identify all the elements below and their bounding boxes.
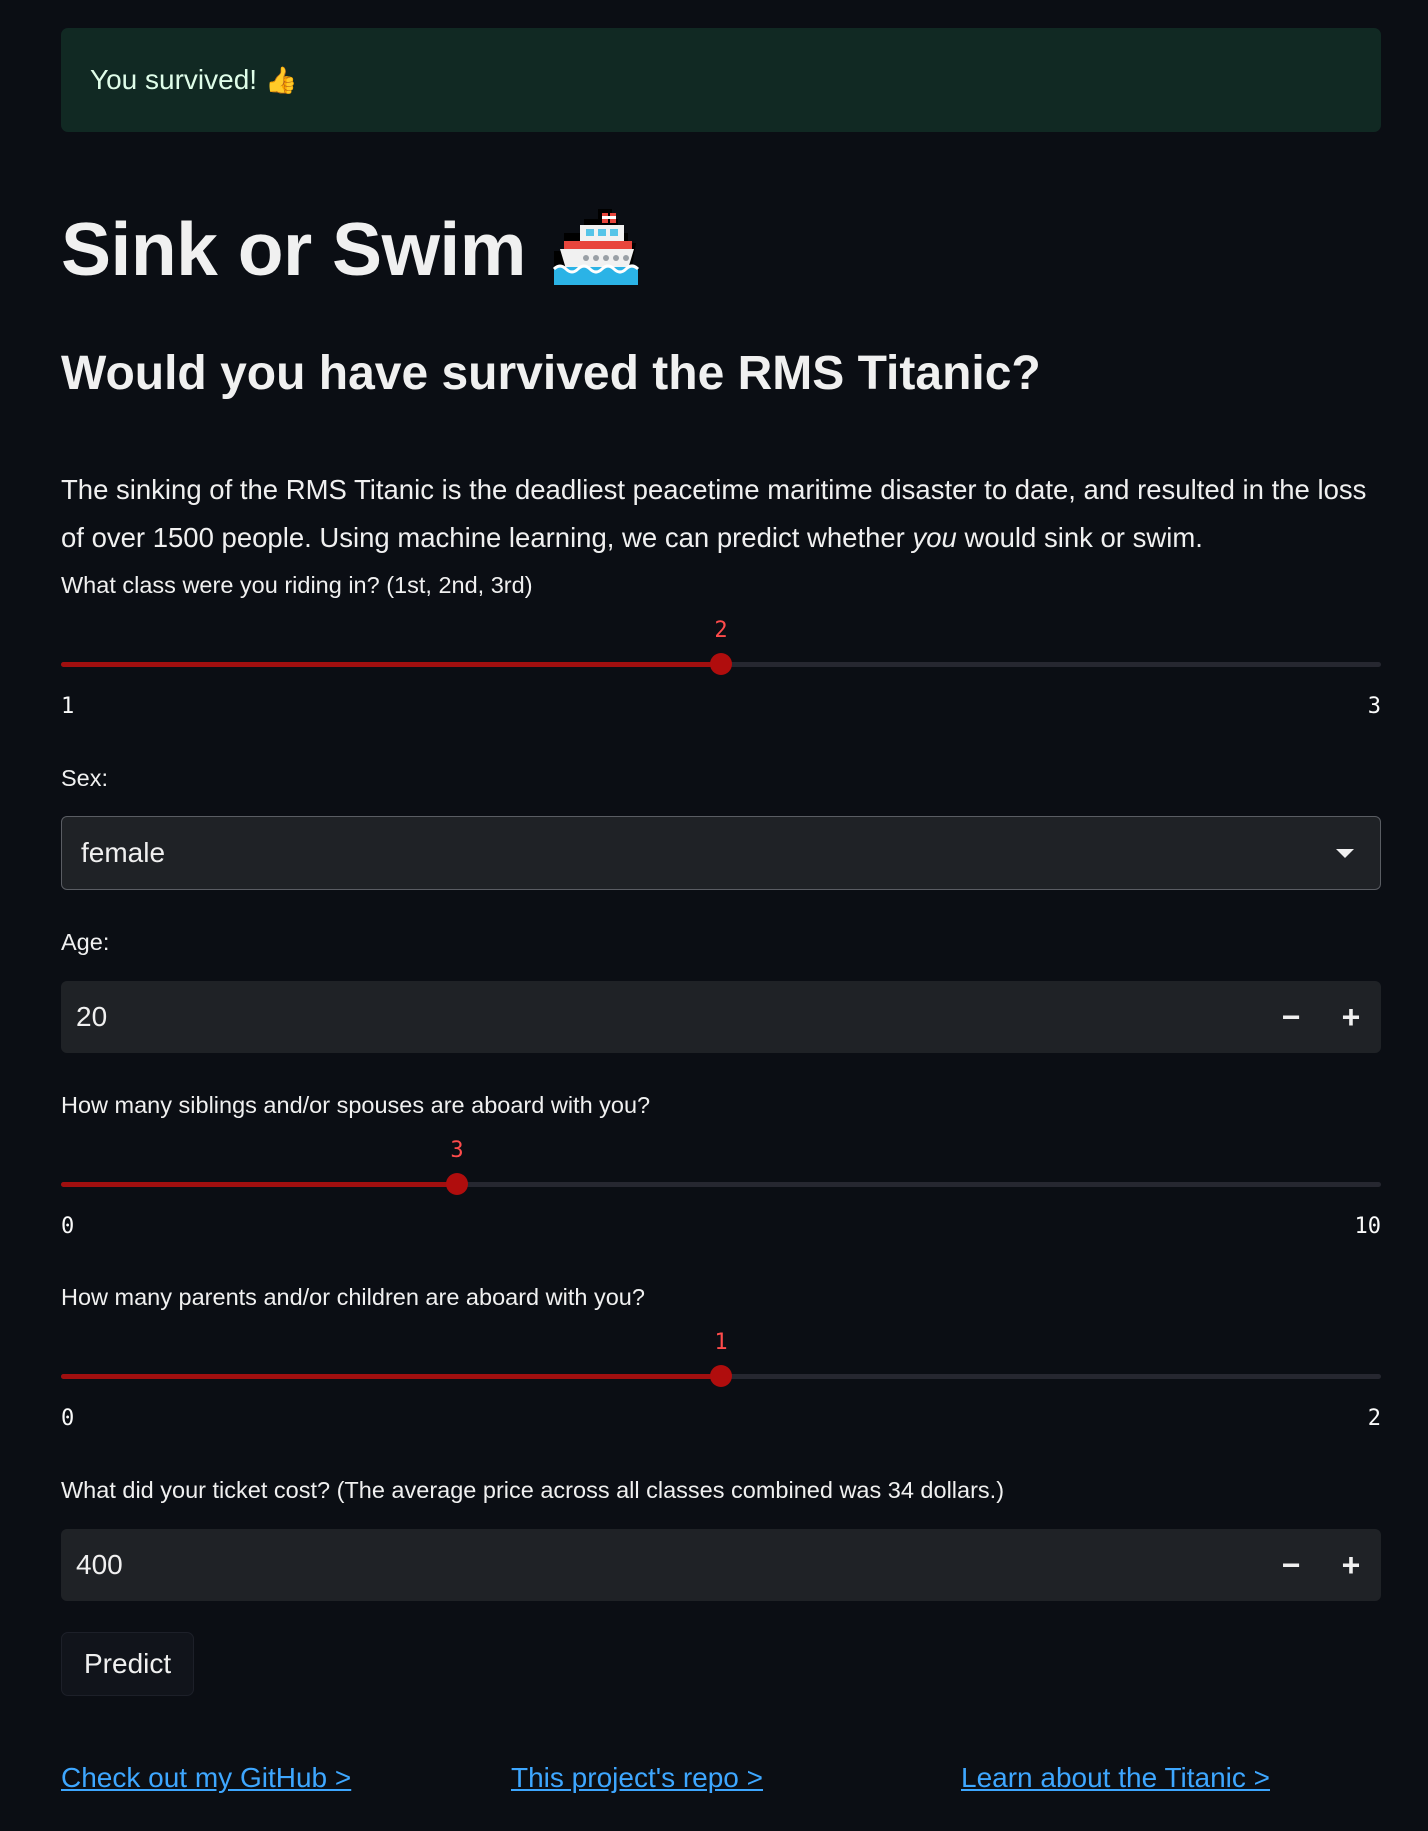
slider-min: 1 [61, 694, 75, 719]
slider-fill [61, 662, 721, 667]
predict-button[interactable]: Predict [61, 1632, 195, 1696]
sex-select-label: Sex: [61, 765, 109, 791]
fare-number-input: 400 − + [61, 1529, 1381, 1601]
fare-decrement-button[interactable]: − [1261, 1529, 1321, 1601]
siblings-slider[interactable]: 3 0 10 [61, 1138, 1382, 1240]
slider-value: 3 [450, 1138, 464, 1163]
success-alert: You survived! 👍 [61, 28, 1381, 132]
age-number-input: 20 − + [61, 981, 1381, 1053]
slider-value: 1 [714, 1330, 728, 1355]
fare-increment-button[interactable]: + [1321, 1529, 1381, 1601]
alert-text: You survived! [90, 64, 258, 95]
age-increment-button[interactable]: + [1321, 981, 1381, 1053]
fare-input[interactable]: 400 [61, 1549, 1261, 1581]
slider-value: 2 [714, 618, 728, 643]
fare-input-label: What did your ticket cost? (The average … [61, 1477, 1005, 1503]
intro-emphasis: you [912, 522, 957, 553]
slider-max: 10 [1354, 1214, 1382, 1239]
class-slider-label: What class were you riding in? (1st, 2nd… [61, 572, 533, 598]
slider-thumb[interactable] [710, 1365, 732, 1387]
titanic-link[interactable]: Learn about the Titanic > [961, 1762, 1270, 1794]
parents-slider-label: How many parents and/or children are abo… [61, 1284, 645, 1310]
main-content: You survived! 👍 Sink or Swim Would you h… [61, 28, 1381, 1793]
slider-thumb[interactable] [710, 653, 732, 675]
age-input[interactable]: 20 [61, 1001, 1261, 1033]
age-decrement-button[interactable]: − [1261, 981, 1321, 1053]
age-input-label: Age: [61, 929, 110, 955]
class-slider[interactable]: 2 1 3 [61, 618, 1381, 720]
repo-link[interactable]: This project's repo > [511, 1762, 763, 1794]
slider-max: 2 [1367, 1406, 1381, 1431]
parents-slider[interactable]: 1 0 2 [61, 1330, 1381, 1432]
slider-max: 3 [1367, 694, 1381, 719]
intro-part2: would sink or swim. [956, 522, 1203, 553]
sex-select[interactable]: female [61, 816, 1381, 890]
siblings-slider-label: How many siblings and/or spouses are abo… [61, 1092, 651, 1118]
slider-fill [61, 1374, 721, 1379]
github-link[interactable]: Check out my GitHub > [61, 1762, 351, 1794]
slider-fill [61, 1182, 457, 1187]
sex-select-value: female [81, 837, 166, 868]
title-text: Sink or Swim [61, 207, 526, 291]
thumbs-up-icon: 👍 [265, 64, 298, 95]
intro-paragraph: The sinking of the RMS Titanic is the de… [61, 466, 1381, 562]
ship-icon [550, 207, 642, 291]
slider-min: 0 [61, 1406, 75, 1431]
page-subtitle: Would you have survived the RMS Titanic? [61, 347, 1041, 400]
page-title: Sink or Swim [61, 206, 642, 292]
slider-min: 0 [61, 1214, 75, 1239]
chevron-down-icon[interactable] [1336, 849, 1354, 858]
slider-thumb[interactable] [446, 1173, 468, 1195]
